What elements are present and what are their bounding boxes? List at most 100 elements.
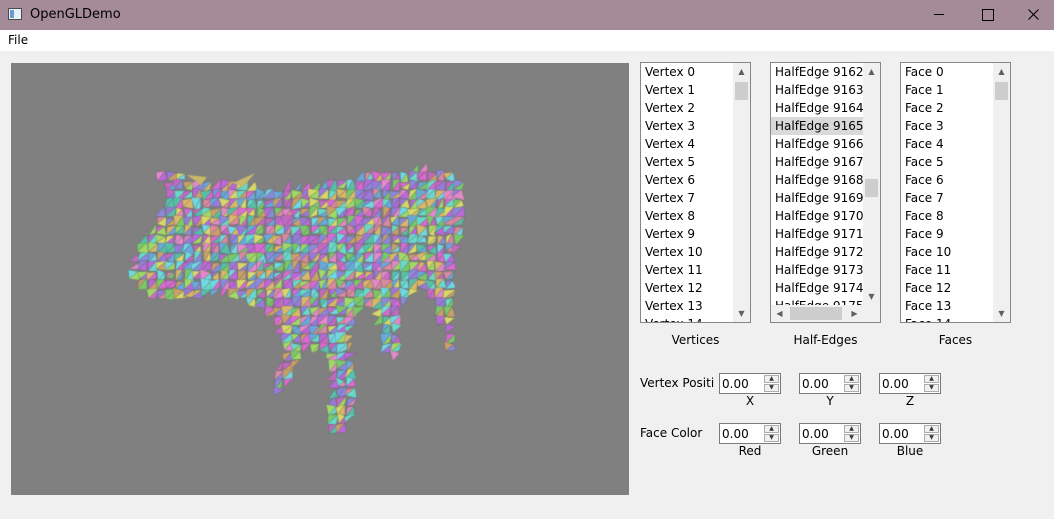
list-item[interactable]: Face 3: [901, 117, 993, 135]
scroll-thumb[interactable]: [995, 82, 1008, 100]
faces-list[interactable]: Face 0 Face 1 Face 2 Face 3 Face 4 Face 5 Face…: [900, 62, 1011, 323]
scroll-right-icon[interactable]: ▶: [846, 305, 863, 322]
vertex-x-spinbox[interactable]: ▲▼: [719, 373, 781, 394]
list-item[interactable]: HalfEdge 9174: [771, 279, 863, 297]
close-button[interactable]: [1010, 0, 1054, 30]
list-item[interactable]: Vertex 14: [641, 315, 733, 322]
vertex-x-input[interactable]: [722, 375, 764, 392]
list-item[interactable]: Face 7: [901, 189, 993, 207]
spin-down-icon[interactable]: ▼: [924, 384, 939, 392]
maximize-button[interactable]: [964, 0, 1010, 30]
face-green-spinbox[interactable]: ▲▼: [799, 423, 861, 444]
list-item[interactable]: Face 4: [901, 135, 993, 153]
vertex-z-input[interactable]: [882, 375, 924, 392]
faces-label: Faces: [938, 333, 973, 347]
vertex-y-input[interactable]: [802, 375, 844, 392]
list-item[interactable]: Vertex 12: [641, 279, 733, 297]
list-item[interactable]: Vertex 7: [641, 189, 733, 207]
scroll-thumb[interactable]: [865, 179, 878, 197]
list-item[interactable]: Vertex 13: [641, 297, 733, 315]
spin-up-icon[interactable]: ▲: [924, 375, 939, 383]
spin-down-icon[interactable]: ▼: [844, 384, 859, 392]
list-item[interactable]: Face 13: [901, 297, 993, 315]
list-item[interactable]: HalfEdge 9169: [771, 189, 863, 207]
vertices-scrollbar[interactable]: ▲ ▼: [733, 63, 750, 322]
face-green-label: Green: [811, 444, 849, 458]
spin-down-icon[interactable]: ▼: [844, 434, 859, 442]
scroll-left-icon[interactable]: ◀: [771, 305, 788, 322]
scroll-down-icon[interactable]: ▼: [733, 305, 750, 322]
half-edges-vscrollbar[interactable]: ▲ ▼: [863, 63, 880, 305]
faces-scrollbar[interactable]: ▲ ▼: [993, 63, 1010, 322]
scroll-up-icon[interactable]: ▲: [733, 63, 750, 80]
spin-up-icon[interactable]: ▲: [764, 375, 779, 383]
list-item[interactable]: HalfEdge 9167: [771, 153, 863, 171]
list-item[interactable]: HalfEdge 9164: [771, 99, 863, 117]
spin-up-icon[interactable]: ▲: [924, 425, 939, 433]
list-item[interactable]: Vertex 6: [641, 171, 733, 189]
half-edges-list[interactable]: HalfEdge 9162 HalfEdge 9163 HalfEdge 9164 H…: [770, 62, 881, 323]
menu-bar: File: [0, 30, 1054, 51]
menu-file[interactable]: File: [8, 33, 28, 47]
scroll-thumb[interactable]: [735, 82, 748, 100]
vertex-y-spinbox[interactable]: ▲▼: [799, 373, 861, 394]
list-item[interactable]: HalfEdge 9165: [771, 117, 863, 135]
list-item[interactable]: HalfEdge 9173: [771, 261, 863, 279]
list-item[interactable]: HalfEdge 9172: [771, 243, 863, 261]
list-item[interactable]: HalfEdge 9171: [771, 225, 863, 243]
list-item[interactable]: Vertex 3: [641, 117, 733, 135]
list-item[interactable]: Vertex 11: [641, 261, 733, 279]
list-item[interactable]: Face 1: [901, 81, 993, 99]
half-edges-hscrollbar[interactable]: ◀ ▶: [771, 305, 863, 322]
list-item[interactable]: Vertex 2: [641, 99, 733, 117]
face-red-input[interactable]: [722, 425, 764, 442]
list-item[interactable]: Face 11: [901, 261, 993, 279]
scroll-up-icon[interactable]: ▲: [863, 63, 880, 80]
list-item[interactable]: Vertex 1: [641, 81, 733, 99]
face-blue-spinbox[interactable]: ▲▼: [879, 423, 941, 444]
list-item[interactable]: Vertex 5: [641, 153, 733, 171]
gl-viewport[interactable]: [11, 63, 629, 495]
face-green-input[interactable]: [802, 425, 844, 442]
list-item[interactable]: Face 10: [901, 243, 993, 261]
list-item[interactable]: Face 5: [901, 153, 993, 171]
face-red-spinbox[interactable]: ▲▼: [719, 423, 781, 444]
vertices-list[interactable]: Vertex 0 Vertex 1 Vertex 2 Vertex 3 Vertex 4…: [640, 62, 751, 323]
list-item[interactable]: Face 9: [901, 225, 993, 243]
face-blue-input[interactable]: [882, 425, 924, 442]
list-item[interactable]: Vertex 0: [641, 63, 733, 81]
list-item[interactable]: Face 0: [901, 63, 993, 81]
spin-up-icon[interactable]: ▲: [764, 425, 779, 433]
spin-down-icon[interactable]: ▼: [764, 434, 779, 442]
minimize-button[interactable]: [916, 0, 962, 30]
list-item[interactable]: HalfEdge 9168: [771, 171, 863, 189]
scroll-down-icon[interactable]: ▼: [863, 288, 880, 305]
spin-up-icon[interactable]: ▲: [844, 375, 859, 383]
scroll-thumb[interactable]: [790, 307, 842, 320]
list-item[interactable]: Face 6: [901, 171, 993, 189]
list-item[interactable]: Vertex 8: [641, 207, 733, 225]
spin-up-icon[interactable]: ▲: [844, 425, 859, 433]
list-item[interactable]: HalfEdge 9163: [771, 81, 863, 99]
title-bar[interactable]: OpenGLDemo: [0, 0, 1054, 30]
list-item[interactable]: Face 12: [901, 279, 993, 297]
spin-down-icon[interactable]: ▼: [764, 384, 779, 392]
list-item[interactable]: HalfEdge 9175: [771, 297, 863, 305]
list-item[interactable]: Face 2: [901, 99, 993, 117]
half-edges-list-items: HalfEdge 9162 HalfEdge 9163 HalfEdge 9164 H…: [771, 63, 863, 305]
list-item[interactable]: Vertex 4: [641, 135, 733, 153]
spin-down-icon[interactable]: ▼: [924, 434, 939, 442]
list-item[interactable]: HalfEdge 9170: [771, 207, 863, 225]
list-item[interactable]: Face 14: [901, 315, 993, 322]
list-item[interactable]: Vertex 10: [641, 243, 733, 261]
face-blue-label: Blue: [896, 444, 924, 458]
scroll-down-icon[interactable]: ▼: [993, 305, 1010, 322]
vertex-x-label: X: [745, 394, 755, 408]
list-item[interactable]: Vertex 9: [641, 225, 733, 243]
face-red-label: Red: [738, 444, 762, 458]
list-item[interactable]: Face 8: [901, 207, 993, 225]
list-item[interactable]: HalfEdge 9162: [771, 63, 863, 81]
scroll-up-icon[interactable]: ▲: [993, 63, 1010, 80]
vertex-z-spinbox[interactable]: ▲▼: [879, 373, 941, 394]
list-item[interactable]: HalfEdge 9166: [771, 135, 863, 153]
